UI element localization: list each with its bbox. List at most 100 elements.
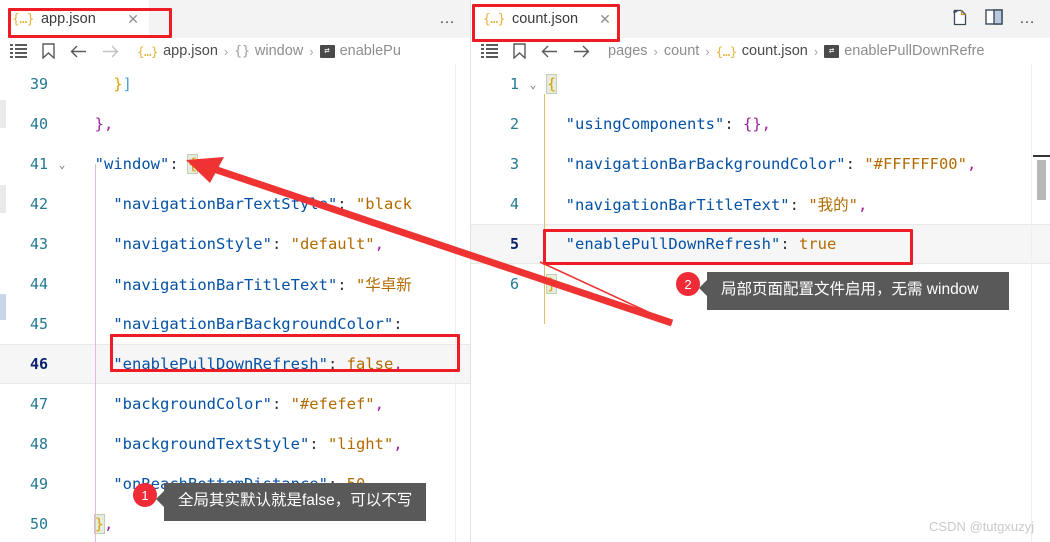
more-actions-icon[interactable]: … (1019, 11, 1036, 27)
editor-column-guide (455, 64, 456, 542)
breadcrumb-item-file[interactable]: {…} count.json (716, 43, 808, 59)
code-text: }, (70, 115, 114, 133)
token-punc: , (393, 435, 403, 453)
object-symbol-icon: {} (234, 43, 250, 59)
vertical-scrollbar-thumb[interactable] (1037, 160, 1046, 200)
token-plain: : (393, 315, 403, 333)
code-line[interactable]: 41 ⌄ "window": { (0, 144, 470, 184)
token-key: "navigationBarTextStyle" (113, 195, 338, 213)
more-actions-icon[interactable]: … (439, 11, 456, 27)
tabbar-actions-right: … (951, 0, 1050, 38)
code-text: "enablePullDownRefresh": false, (70, 355, 403, 373)
breadcrumb-item-count[interactable]: count (664, 43, 699, 59)
code-text: "navigationBarBackgroundColor": "#FFFFFF… (541, 155, 977, 173)
new-file-icon[interactable] (951, 7, 969, 31)
outline-icon[interactable] (10, 44, 27, 58)
code-line[interactable]: 46 "enablePullDownRefresh": false, (0, 344, 470, 384)
split-editor-icon[interactable] (985, 8, 1003, 30)
callout-text: 局部页面配置文件启用，无需 window (699, 272, 1009, 310)
token-plain: : (169, 155, 188, 173)
token-key: "window" (94, 155, 170, 173)
tabbar-right: {…} count.json ✕ … (471, 0, 1050, 38)
back-arrow-icon[interactable] (541, 45, 558, 58)
token-key: "navigationBarTitleText" (113, 276, 338, 294)
code-line[interactable]: 5 "enablePullDownRefresh": true (471, 224, 1050, 264)
token-strv: "default" (290, 235, 375, 253)
breadcrumb-separator-icon: › (705, 43, 710, 59)
breadcrumb-item-window[interactable]: {} window (234, 43, 303, 59)
code-line[interactable]: 48 "backgroundTextStyle": "light", (0, 424, 470, 464)
code-line[interactable]: 39 }] (0, 64, 470, 104)
code-text: "window": { (70, 154, 199, 174)
outline-icon[interactable] (481, 44, 498, 58)
breadcrumb-item-property[interactable]: ⇄ enablePullDownRefre (824, 43, 984, 59)
breadcrumb-label: app.json (163, 43, 218, 59)
tab-count-json[interactable]: {…} count.json ✕ (471, 0, 622, 38)
breadcrumb-separator-icon: › (223, 43, 229, 59)
fold-chevron-icon[interactable]: ⌄ (525, 78, 541, 91)
code-line[interactable]: 3 "navigationBarBackgroundColor": "#FFFF… (471, 144, 1050, 184)
code-line[interactable]: 45 "navigationBarBackgroundColor": (0, 304, 470, 344)
bookmark-icon[interactable] (513, 43, 526, 59)
token-key: "backgroundTextStyle" (113, 435, 310, 453)
line-number: 43 (29, 235, 48, 253)
indent-guide (544, 94, 545, 324)
token-plain: : (780, 235, 799, 253)
breadcrumb-item-file[interactable]: {…} app.json (137, 43, 218, 59)
line-number: 48 (29, 435, 48, 453)
token-bool: true (798, 235, 837, 253)
code-line[interactable]: 42 "navigationBarTextStyle": "black (0, 184, 470, 224)
forward-arrow-icon[interactable] (573, 45, 590, 58)
fold-chevron-icon[interactable]: ⌄ (54, 158, 70, 171)
code-line[interactable]: 43 "navigationStyle": "default", (0, 224, 470, 264)
close-icon[interactable]: ✕ (113, 12, 139, 26)
breadcrumb-toolbar-left (10, 43, 137, 59)
code-line[interactable]: 47 "backgroundColor": "#efefef", (0, 384, 470, 424)
token-key: "enablePullDownRefresh" (113, 355, 328, 373)
forward-arrow-icon[interactable] (102, 45, 119, 58)
breadcrumb-label: count (663, 43, 700, 59)
code-line[interactable]: 4 "navigationBarTitleText": "我的", (471, 184, 1050, 224)
breadcrumb-label: pages (608, 43, 648, 59)
bookmark-icon[interactable] (42, 43, 55, 59)
token-plain: : (845, 155, 865, 173)
token-punc: , (374, 395, 384, 413)
token-key: "enablePullDownRefresh" (565, 235, 781, 253)
token-bool: false (346, 355, 394, 373)
token-brace: { (186, 154, 199, 174)
code-text: "backgroundTextStyle": "light", (70, 435, 403, 453)
json-file-icon: {…} (137, 43, 159, 59)
code-text: }, (70, 514, 114, 534)
overview-marker (0, 185, 6, 213)
code-line[interactable]: 40 }, (0, 104, 470, 144)
callout-badge: 2 (676, 272, 700, 296)
code-line[interactable]: 2 "usingComponents": {}, (471, 104, 1050, 144)
token-punc: , (104, 515, 114, 533)
code-line[interactable]: 1 ⌄ { (471, 64, 1050, 104)
breadcrumb-label: enablePu (339, 43, 401, 59)
boolean-symbol-icon: ⇄ (824, 44, 840, 58)
breadcrumb-toolbar-right (481, 43, 608, 59)
token-plain: : (327, 355, 347, 373)
line-number: 45 (29, 315, 48, 333)
json-file-icon: {…} (483, 11, 505, 27)
breadcrumb-item-pages[interactable]: pages (608, 43, 648, 59)
code-line[interactable]: 44 "navigationBarTitleText": "华卓新 (0, 264, 470, 304)
breadcrumb-item-property[interactable]: ⇄ enablePu (319, 43, 401, 59)
json-file-icon: {…} (715, 43, 738, 59)
token-plain: : (271, 395, 291, 413)
code-editor-left[interactable]: 39 }] 40 }, 41 ⌄ "window": {42 "navigationB… (0, 64, 470, 542)
code-text: "navigationBarTitleText": "我的", (541, 193, 868, 215)
close-icon[interactable]: ✕ (585, 12, 611, 26)
tab-app-json[interactable]: {…} app.json ✕ (0, 0, 150, 38)
breadcrumb-left: {…} app.json › {} window › ⇄ enablePu (0, 38, 470, 64)
token-cn: "我的" (808, 196, 858, 214)
back-arrow-icon[interactable] (70, 45, 87, 58)
token-punc: , (393, 355, 403, 373)
tab-label: app.json (40, 11, 96, 27)
watermark: CSDN @tutgxuzyj (929, 519, 1034, 534)
